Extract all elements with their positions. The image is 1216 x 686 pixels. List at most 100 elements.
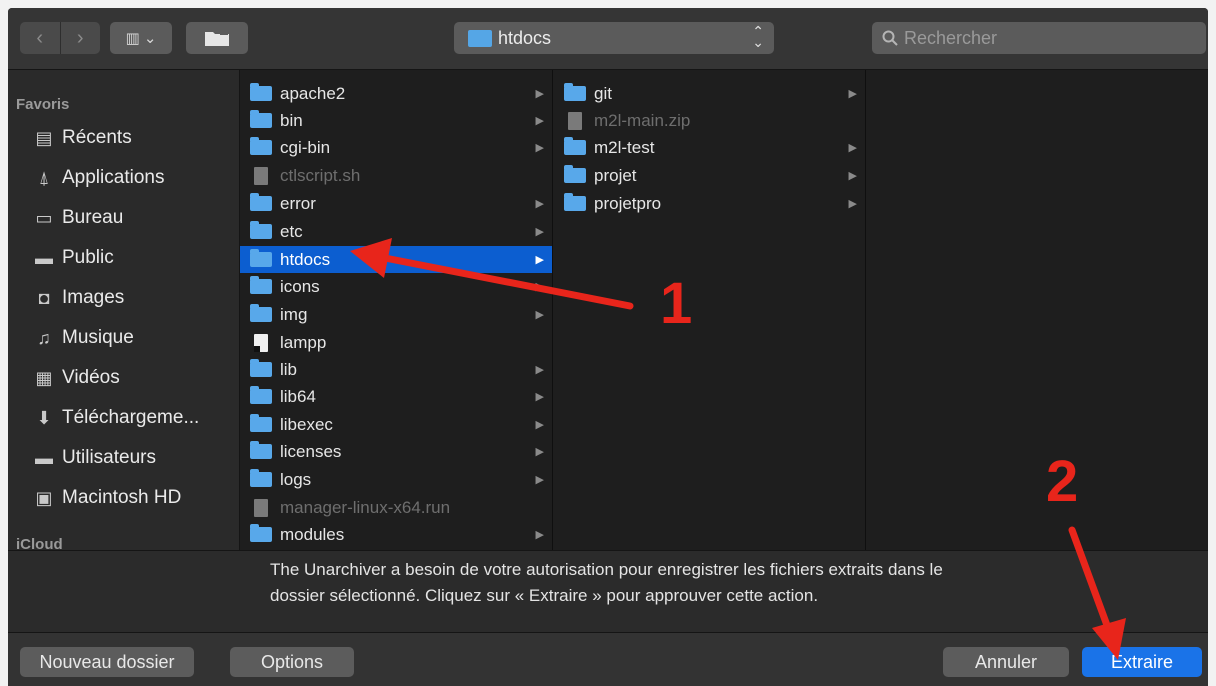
updown-chevron-icon: ⌃ ⌄ (752, 23, 764, 50)
item-label: modules (280, 524, 345, 544)
executable-icon (254, 333, 268, 352)
list-item[interactable]: projetpro ▶ (554, 190, 865, 217)
folder-icon (564, 165, 586, 183)
folder-icon (250, 414, 272, 432)
item-label: lib64 (280, 386, 316, 406)
folder-icon (250, 441, 272, 459)
sidebar-item-macintosh-hd[interactable]: ▣ Macintosh HD (32, 482, 181, 514)
sidebar-item-label: Images (62, 287, 125, 308)
item-label: licenses (280, 441, 342, 461)
sidebar-item-images[interactable]: ◘ Images (32, 282, 125, 314)
chevron-right-icon: ▶ (535, 254, 544, 266)
item-label: projetpro (594, 193, 662, 213)
folder-icon: ▬ (35, 247, 53, 268)
chevron-right-icon: ▶ (848, 142, 857, 154)
item-label: cgi-bin (280, 137, 331, 157)
options-button[interactable]: Options (230, 647, 354, 677)
sidebar-item-downloads[interactable]: ⬇ Téléchargeme... (32, 402, 199, 434)
folder-icon (250, 193, 272, 211)
chevron-right-icon: ▶ (535, 474, 544, 486)
sidebar-item-users[interactable]: ▬ Utilisateurs (32, 442, 156, 474)
sidebar-item-applications[interactable]: ⍋ Applications (32, 162, 165, 194)
sidebar-header-favorites: Favoris (16, 96, 70, 113)
list-item[interactable]: projet ▶ (554, 162, 865, 189)
folder-icon (250, 524, 272, 542)
item-label: logs (280, 469, 312, 489)
new-folder-button[interactable]: Nouveau dossier (20, 647, 194, 677)
cancel-button[interactable]: Annuler (943, 647, 1069, 677)
chevron-right-icon: ▶ (848, 170, 857, 182)
folder-icon: ▬ (35, 447, 53, 468)
chevron-right-icon: ▶ (535, 529, 544, 541)
chevron-right-icon: ▶ (535, 88, 544, 100)
sidebar-item-label: Vidéos (62, 367, 120, 388)
view-mode-button[interactable]: ▥ ⌄ (110, 22, 172, 54)
item-label: lampp (280, 332, 327, 352)
list-item[interactable]: lampp (240, 329, 552, 356)
chevron-right-icon: ▶ (535, 226, 544, 238)
list-item[interactable]: icons ▶ (240, 273, 552, 300)
list-item[interactable]: modules ▶ (240, 521, 552, 548)
item-label: img (280, 304, 308, 324)
drive-icon: ▣ (35, 487, 53, 508)
search-icon (882, 30, 898, 46)
sidebar-item-recents[interactable]: ▤ Récents (32, 122, 132, 154)
item-label: etc (280, 221, 303, 241)
zip-file-icon (568, 111, 582, 130)
script-file-icon (254, 166, 268, 185)
list-item-selected[interactable]: htdocs ▶ (240, 246, 552, 273)
list-item[interactable]: lib64 ▶ (240, 383, 552, 410)
chevron-right-icon: ▶ (848, 198, 857, 210)
bottom-bar: Nouveau dossier Options Annuler Extraire (8, 632, 1208, 686)
item-label: git (594, 83, 612, 103)
folder-icon (250, 110, 272, 128)
list-item[interactable]: cgi-bin ▶ (240, 134, 552, 161)
extract-button[interactable]: Extraire (1082, 647, 1202, 677)
forward-button[interactable]: › (59, 22, 101, 54)
folder-icon (250, 83, 272, 101)
sidebar-item-videos[interactable]: ▦ Vidéos (32, 362, 120, 394)
music-icon: ♫ (37, 327, 51, 348)
list-item[interactable]: error ▶ (240, 190, 552, 217)
list-item[interactable]: libexec ▶ (240, 411, 552, 438)
item-label: m2l-test (594, 137, 655, 157)
desktop-icon: ▭ (35, 207, 53, 228)
list-item[interactable]: git ▶ (554, 80, 865, 107)
sidebar-item-public[interactable]: ▬ Public (32, 242, 114, 274)
list-item[interactable]: lib ▶ (240, 356, 552, 383)
item-label: manager-linux-x64.run (280, 497, 451, 517)
sidebar-item-label: Téléchargeme... (62, 407, 200, 428)
search-placeholder: Rechercher (904, 27, 998, 48)
list-item[interactable]: m2l-test ▶ (554, 134, 865, 161)
browser-column-1: apache2 ▶ bin ▶ cgi-bin ▶ ctlscript.sh erro… (240, 70, 553, 550)
folder-icon (250, 137, 272, 155)
list-item[interactable]: licenses ▶ (240, 438, 552, 465)
list-item[interactable]: etc ▶ (240, 218, 552, 245)
folder-icon (250, 304, 272, 322)
chevron-right-icon: ▶ (535, 142, 544, 154)
chevron-right-icon: ▶ (535, 419, 544, 431)
path-popup-label: htdocs (498, 27, 552, 48)
list-item[interactable]: apache2 ▶ (240, 80, 552, 107)
back-button[interactable]: ‹ (20, 22, 60, 54)
sidebar-item-music[interactable]: ♫ Musique (32, 322, 134, 354)
list-item[interactable]: img ▶ (240, 301, 552, 328)
item-label: libexec (280, 414, 333, 434)
sidebar-item-desktop[interactable]: ▭ Bureau (32, 202, 123, 234)
sidebar-item-label: Récents (62, 127, 132, 148)
search-field[interactable]: Rechercher (872, 22, 1206, 54)
annotation-number-1: 1 (660, 271, 693, 336)
new-folder-toolbar-button[interactable] (186, 22, 248, 54)
file-icon (254, 498, 268, 517)
browser-column-3 (867, 70, 1208, 550)
list-item[interactable]: logs ▶ (240, 466, 552, 493)
folder-icon (564, 83, 586, 101)
item-label: apache2 (280, 83, 346, 103)
list-item[interactable]: bin ▶ (240, 107, 552, 134)
path-popup[interactable]: htdocs ⌃ ⌄ (454, 22, 774, 54)
item-label: m2l-main.zip (594, 110, 691, 130)
file-picker-dialog: ‹ › ▥ ⌄ htdocs ⌃ ⌄ Rechercher Favoris ▤ R… (8, 8, 1208, 686)
item-label: ctlscript.sh (280, 165, 361, 185)
folder-icon (250, 249, 272, 267)
list-item: m2l-main.zip (554, 107, 865, 134)
